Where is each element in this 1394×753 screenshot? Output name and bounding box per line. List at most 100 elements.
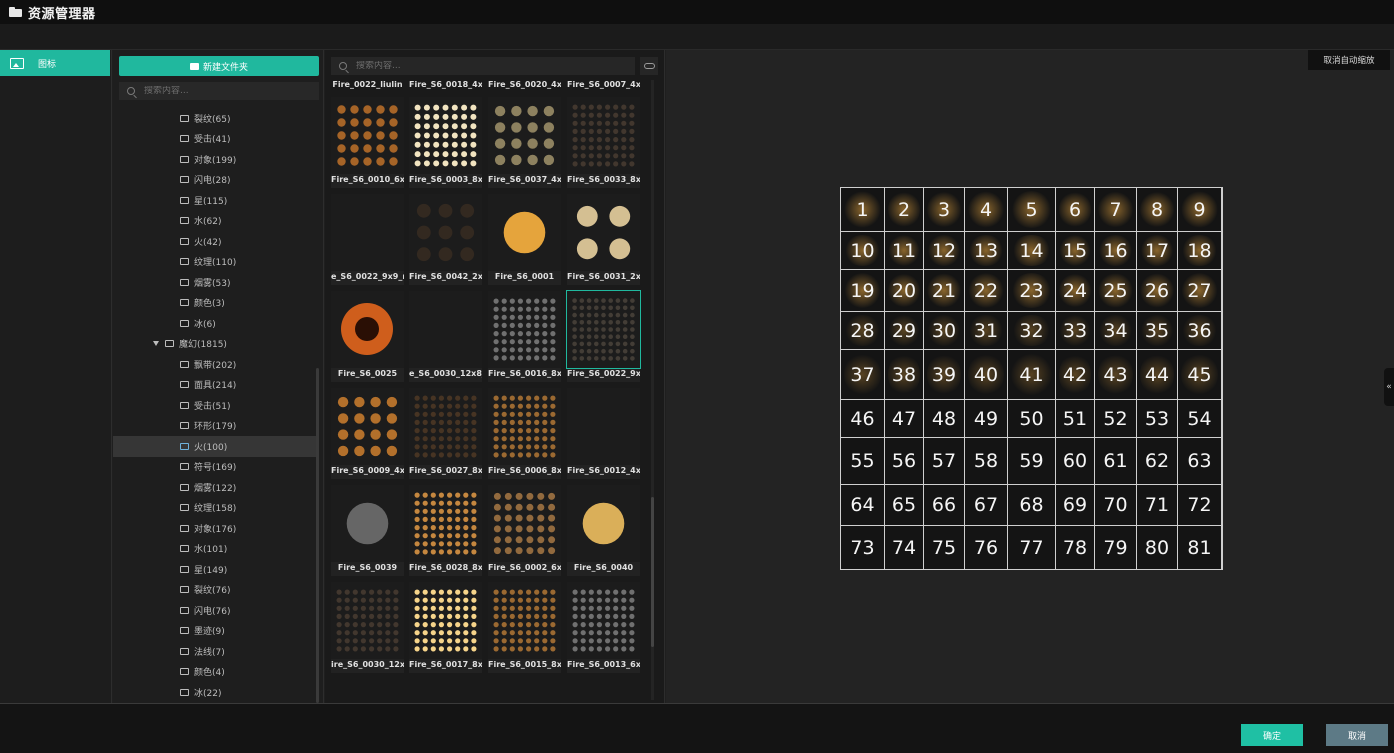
asset-tile[interactable]: Fire_S6_0027_8x4 <box>409 388 482 479</box>
asset-scrollbar[interactable] <box>651 497 654 647</box>
frame-cell: 38 <box>884 349 924 400</box>
new-folder-button[interactable]: 新建文件夹 <box>119 56 319 76</box>
asset-tile[interactable]: Fire_S6_0031_2x2 <box>567 194 640 285</box>
asset-thumbnail <box>567 97 640 174</box>
asset-tile[interactable]: Fire_S6_0033_8x4 <box>567 97 640 188</box>
tree-item[interactable]: 水(62) <box>113 211 316 232</box>
asset-tile[interactable]: Fire_S6_0003_8x8 <box>409 97 482 188</box>
tree-item-label: 纹理(158) <box>194 504 237 515</box>
tree-item[interactable]: 星(149) <box>113 559 316 580</box>
asset-tile[interactable]: Fire_S6_0016_8x8 <box>488 291 561 382</box>
tree-item[interactable]: 烟雾(53) <box>113 272 316 293</box>
asset-tile[interactable]: Fire_S6_0006_8x8 <box>488 388 561 479</box>
asset-thumbnail <box>488 97 561 174</box>
tree-item[interactable]: 纹理(110) <box>113 252 316 273</box>
tree-item[interactable]: 对象(199) <box>113 149 316 170</box>
asset-tile[interactable]: ire_S6_0030_12x8 <box>331 582 404 673</box>
confirm-button[interactable]: 确定 <box>1241 724 1303 746</box>
cloud-button[interactable] <box>640 57 658 75</box>
tree-item[interactable]: 星(115) <box>113 190 316 211</box>
asset-thumbnail <box>409 291 482 368</box>
frame-number: 7 <box>1109 198 1122 221</box>
asset-tile[interactable]: Fire_S6_0042_2x2 <box>409 194 482 285</box>
asset-tile[interactable]: Fire_S6_0028_8x8 <box>409 485 482 576</box>
tree-item[interactable]: 对象(176) <box>113 518 316 539</box>
folder-icon <box>180 483 189 491</box>
asset-tile[interactable]: Fire_S6_0017_8x8 <box>409 582 482 673</box>
frame-number: 33 <box>1062 319 1088 342</box>
tree-item[interactable]: 裂纹(76) <box>113 580 316 601</box>
asset-caption[interactable]: Fire_0022_liulin <box>331 80 404 89</box>
asset-tile[interactable]: Fire_S6_0001 <box>488 194 561 285</box>
tree-item[interactable]: 冰(6) <box>113 313 316 334</box>
folder-icon <box>180 196 189 204</box>
collapse-panel-handle[interactable]: « <box>1384 368 1394 406</box>
asset-tile[interactable]: Fire_S6_0012_4x8 <box>567 388 640 479</box>
folder-icon <box>180 155 189 163</box>
asset-thumbnail <box>488 485 561 562</box>
tree-item[interactable]: 冰(22) <box>113 682 316 703</box>
tree-item[interactable]: 纹理(158) <box>113 498 316 519</box>
tree-item[interactable]: 火(100) <box>113 436 316 457</box>
expand-arrow-icon[interactable] <box>153 340 159 346</box>
title-bar: 资源管理器 <box>0 0 1394 24</box>
asset-tile[interactable]: e_S6_0030_12x8_0 <box>409 291 482 382</box>
tree-item[interactable]: 烟雾(122) <box>113 477 316 498</box>
cancel-button[interactable]: 取消 <box>1326 724 1388 746</box>
tree-item[interactable]: 受击(51) <box>113 395 316 416</box>
thumbnail-art <box>409 291 482 368</box>
asset-thumbnail <box>488 291 561 368</box>
tree-item[interactable]: 受击(41) <box>113 129 316 150</box>
asset-tile[interactable]: Fire_S6_0010_6x6 <box>331 97 404 188</box>
tree-item[interactable]: 飘带(202) <box>113 354 316 375</box>
frame-cell: 27 <box>1177 269 1222 312</box>
frame-number: 45 <box>1187 363 1212 386</box>
asset-tile[interactable]: Fire_S6_0025 <box>331 291 404 382</box>
frame-number: 36 <box>1187 319 1212 342</box>
asset-caption[interactable]: Fire_S6_0018_4x2 <box>409 80 482 89</box>
frame-cell: 76 <box>964 525 1008 570</box>
tree-item[interactable]: 火(42) <box>113 231 316 252</box>
cancel-auto-zoom-button[interactable]: 取消自动缩放 <box>1308 50 1390 70</box>
tree-item[interactable]: 颜色(4) <box>113 662 316 683</box>
asset-tile[interactable]: Fire_S6_0002_6x6 <box>488 485 561 576</box>
asset-search-input[interactable] <box>356 61 626 71</box>
tree-item[interactable]: 法线(7) <box>113 641 316 662</box>
tree-item[interactable]: 符号(169) <box>113 457 316 478</box>
tree-item-label: 纹理(110) <box>194 258 237 269</box>
folder-icon <box>165 340 174 348</box>
asset-tile[interactable]: e_S6_0022_9x9_n <box>331 194 404 285</box>
asset-tile[interactable]: Fire_S6_0009_4x4 <box>331 388 404 479</box>
asset-tile[interactable]: Fire_S6_0039 <box>331 485 404 576</box>
asset-tile[interactable]: Fire_S6_0013_6x6 <box>567 582 640 673</box>
asset-tile[interactable]: Fire_S6_0037_4x1 <box>488 97 561 188</box>
tree-item-label: 飘带(202) <box>194 360 237 371</box>
tree-search-input[interactable] <box>144 86 314 96</box>
asset-caption[interactable]: Fire_S6_0020_4x4 <box>488 80 561 89</box>
category-item-icons[interactable]: 图标 <box>0 50 110 76</box>
tree-item[interactable]: 颜色(3) <box>113 293 316 314</box>
asset-tile[interactable]: Fire_S6_0040 <box>567 485 640 576</box>
frame-cell: 42 <box>1055 349 1095 400</box>
asset-thumbnail <box>409 97 482 174</box>
thumbnail-art <box>503 211 546 254</box>
folder-icon <box>180 319 189 327</box>
frame-number: 53 <box>1144 407 1170 430</box>
asset-caption[interactable]: Fire_S6_0007_4x4 <box>567 80 640 89</box>
folder-icon <box>180 381 189 389</box>
tree-item[interactable]: 面具(214) <box>113 375 316 396</box>
tree-item[interactable]: 裂纹(65) <box>113 108 316 129</box>
tree-item[interactable]: 闪电(76) <box>113 600 316 621</box>
frame-number: 32 <box>1019 319 1044 342</box>
asset-tile[interactable]: Fire_S6_0022_9x9 <box>566 290 641 382</box>
tree-item[interactable]: 魔幻(1815) <box>113 334 316 355</box>
asset-tile[interactable]: Fire_S6_0015_8x8 <box>488 582 561 673</box>
category-label: 图标 <box>38 59 57 70</box>
tree-item[interactable]: 墨迹(9) <box>113 621 316 642</box>
tree-item[interactable]: 环形(179) <box>113 416 316 437</box>
tree-scrollbar[interactable] <box>316 368 319 703</box>
frame-number: 76 <box>973 536 999 559</box>
asset-thumbnail <box>488 582 561 659</box>
tree-item[interactable]: 闪电(28) <box>113 170 316 191</box>
tree-item[interactable]: 水(101) <box>113 539 316 560</box>
